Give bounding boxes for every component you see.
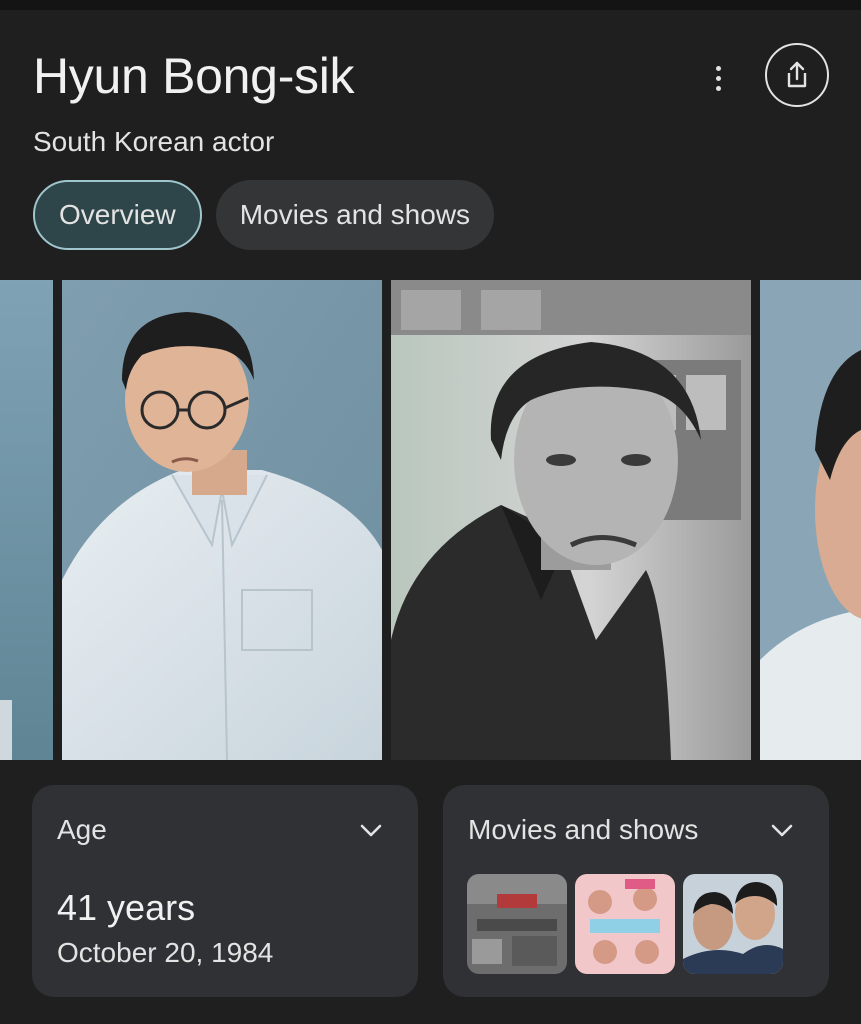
knowledge-panel-header: Hyun Bong-sik South Korean actor Overvie… [0, 10, 861, 280]
age-card[interactable]: Age 41 years October 20, 1984 [32, 785, 418, 997]
chevron-down-icon [360, 824, 382, 837]
photo-thumbnail[interactable] [62, 280, 382, 760]
photo-thumbnail[interactable] [760, 280, 861, 760]
share-icon [787, 61, 807, 88]
age-label: Age [57, 814, 107, 845]
info-cards: Age 41 years October 20, 1984 Movies and… [0, 760, 861, 1024]
movie-poster-thumbnail[interactable] [467, 874, 567, 974]
page-title: Hyun Bong-sik [33, 48, 355, 104]
movie-poster-thumbnail[interactable] [683, 874, 783, 974]
share-button[interactable] [765, 43, 829, 107]
page-subtitle: South Korean actor [33, 126, 275, 157]
tab-overview[interactable]: Overview [33, 180, 202, 250]
more-vert-icon [715, 85, 721, 91]
more-options-button[interactable] [698, 58, 738, 98]
more-vert-icon [715, 65, 721, 71]
status-strip [0, 0, 861, 10]
chevron-down-icon [771, 824, 793, 837]
birth-date: October 20, 1984 [57, 937, 274, 968]
movie-poster-thumbnail[interactable] [575, 874, 675, 974]
tab-bar: Overview Movies and shows [33, 180, 495, 250]
image-carousel[interactable] [0, 280, 861, 760]
photo-thumbnail[interactable] [391, 280, 751, 760]
age-value: 41 years [57, 887, 196, 928]
movies-label: Movies and shows [468, 814, 699, 845]
movies-card[interactable]: Movies and shows [443, 785, 829, 997]
tab-movies-and-shows[interactable]: Movies and shows [215, 180, 495, 250]
photo-thumbnail[interactable] [0, 280, 53, 760]
more-vert-icon [715, 75, 721, 81]
